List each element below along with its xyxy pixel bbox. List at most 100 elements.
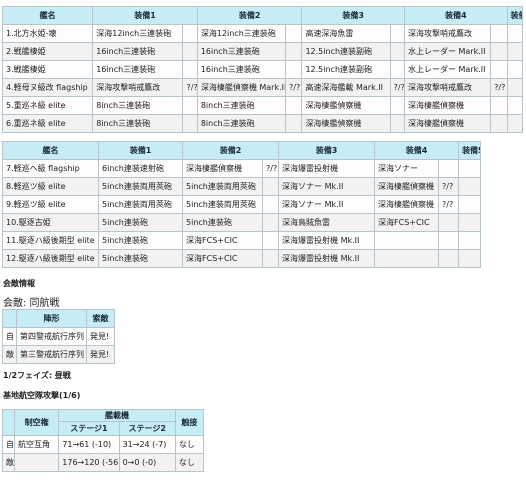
equip3-name: 12.5inch連装副砲 [301,60,391,79]
equip5-name [458,177,482,196]
equip1-slot [182,24,198,43]
ship-name: 10.駆逐古姫 [2,213,99,232]
ship-name: 5.重巡ネ級 elite [1,96,94,115]
equip1-slot [182,42,198,61]
equip3-name: 高速深海艦載 Mark.II [301,78,391,97]
air-attack-heading: 基地航空隊攻撃(1/6) [3,391,81,400]
col-header-equip3: 装備3 [301,6,405,25]
formation-value: 第四警戒航行序列 [16,327,87,346]
equip3-name: 深海棲艦偵察機 [301,114,391,133]
equip4-name [374,231,440,250]
equip4-name: 水上レーダー Mark.II [403,42,492,61]
ship-row: 7.軽巡ヘ級 flagship 6inch連装速射砲 深海棲艦偵察機 ?/? 深海爆雷投… [2,159,482,178]
equip2-name: 5inch連装砲 [182,213,264,232]
air-row: 敵 176→120 (-56) 0→0 (-0) なし [1,453,205,472]
equip2-name: 16inch三連装砲 [196,60,287,79]
ship-name: 7.軽巡ヘ級 flagship [2,159,99,178]
equip2-slot [285,60,303,79]
equip4-slot [490,42,508,61]
air-header-control: 制空権 [14,409,60,436]
equip2-slot [262,249,280,268]
equip4-slot [438,159,460,178]
encounter-table: 陣形 索敵 自 第四警戒航行序列 発見! 敵 第三警戒航行序列 発見! [2,309,115,364]
col-header-equip5: 装備5 [458,141,482,160]
equip4-name: 深海棲艦偵察機 [374,195,440,214]
ship-name: 2.戦艦棲姫 [1,42,94,61]
equip4-name: 深海FCS+CIC [374,213,440,232]
search-value: 発見! [86,327,115,346]
equip5-name [458,249,482,268]
equip2-slot [285,42,303,61]
encounter-heading: 会敵情報 [3,279,35,288]
contact-value: なし [174,453,205,472]
equip1-name: 5inch連装砲 [98,231,183,250]
air-header-stage1: ステージ1 [58,421,120,436]
equip5-name [506,114,524,133]
ship-row: 8.軽巡ツ級 elite 5inch連装両用莢砲 5inch連装両用莢砲 深海ソナー … [2,177,482,196]
equip2-name: 8inch三連装砲 [196,114,287,133]
air-header-planes: 艦載機 [58,409,176,422]
equip1-name: 16inch三連装砲 [92,60,184,79]
equip4-name: 深海攻撃哨戒鷹改 [403,24,492,43]
equip2-slot [262,195,280,214]
encounter-header-formation: 陣形 [16,309,87,328]
air-header-side [1,409,16,436]
equip4-name [374,249,440,268]
equip3-slot [389,42,405,61]
equip1-name: 5inch連装両用莢砲 [98,177,183,196]
equip4-slot [438,213,460,232]
ship-row: 3.戦艦棲姫 16inch三連装砲 16inch三連装砲 12.5inch連装副砲 水上… [1,60,524,79]
equip1-name: 5inch連装砲 [98,249,183,268]
equip4-name: 深海棲艦偵察機 [374,177,440,196]
equip3-name: 深海爆雷投射機 [278,159,376,178]
stage2-value: 31→24 (-7) [118,435,176,454]
enemy-fleet-table-2: 艦名 装備1 装備2 装備3 装備4 装備5 7.軽巡ヘ級 flagship6i… [2,141,482,268]
equip3-name: 深海ソナー Mk.II [278,195,376,214]
ship-name: 4.軽母ヌ級改 flagship [1,78,94,97]
equip1-name: 5inch連装両用莢砲 [98,195,183,214]
equip1-name: 深海攻撃哨戒鷹改 [92,78,184,97]
equip5-name [458,159,482,178]
equip5-name [458,213,482,232]
equip2-name: 深海FCS+CIC [182,231,264,250]
stage1-value: 176→120 (-56) [58,453,120,472]
equip4-slot: ?/? [438,195,460,214]
ship-name: 6.重巡ネ級 elite [1,114,94,133]
equip1-name: 深海12inch三連装砲 [92,24,184,43]
equip5-name [506,96,524,115]
equip2-slot: ?/? [285,78,303,97]
equip2-slot [262,231,280,250]
side-label: 自 [1,435,16,454]
equip4-name: 深海攻撃哨戒鷹改 [403,78,492,97]
ship-row: 9.軽巡ツ級 elite 5inch連装両用莢砲 5inch連装両用莢砲 深海ソナー … [2,195,482,214]
equip1-name: 8inch三連装砲 [92,96,184,115]
equip3-name: 深海ソナー Mk.II [278,177,376,196]
equip2-slot [285,96,303,115]
air-header-stage2: ステージ2 [118,421,176,436]
equip3-name: 深海爆雷投射機 Mk.II [278,231,376,250]
search-value: 発見! [86,345,115,364]
side-label: 自 [2,327,17,346]
col-header-equip2: 装備2 [196,6,303,25]
equip5-name [506,78,524,97]
air-attack-table: 制空権 艦載機 触接 ステージ1 ステージ2 自 航空互角 71→61 (-10… [1,409,205,472]
equip2-name: 5inch連装両用莢砲 [182,195,264,214]
equip4-name: 水上レーダー Mark.II [403,60,492,79]
equip2-slot [285,114,303,133]
side-label: 敵 [2,345,17,364]
equip4-name: 深海棲艦偵察機 [403,114,492,133]
air-header-contact: 触接 [174,409,205,436]
encounter-row: 敵 第三警戒航行序列 発見! [2,345,115,364]
ship-name: 8.軽巡ツ級 elite [2,177,99,196]
ship-row: 1.北方水姫-壊 深海12inch三連装砲 深海12inch三連装砲 高速深海魚雷 深海… [1,24,524,43]
ship-row: 12.駆逐ハ級後期型 elite 5inch連装砲 深海FCS+CIC 深海爆雷投射機… [2,249,482,268]
col-header-name: 艦名 [1,6,94,25]
encounter-formation-label: 会敵: 同航戦 [3,298,60,309]
equip2-name: 深海12inch三連装砲 [196,24,287,43]
equip2-slot: ?/? [262,159,280,178]
equip3-slot [389,24,405,43]
col-header-name: 艦名 [2,141,99,160]
col-header-equip1: 装備1 [92,6,198,25]
equip4-name: 深海棲艦偵察機 [403,96,492,115]
equip4-slot [490,114,508,133]
